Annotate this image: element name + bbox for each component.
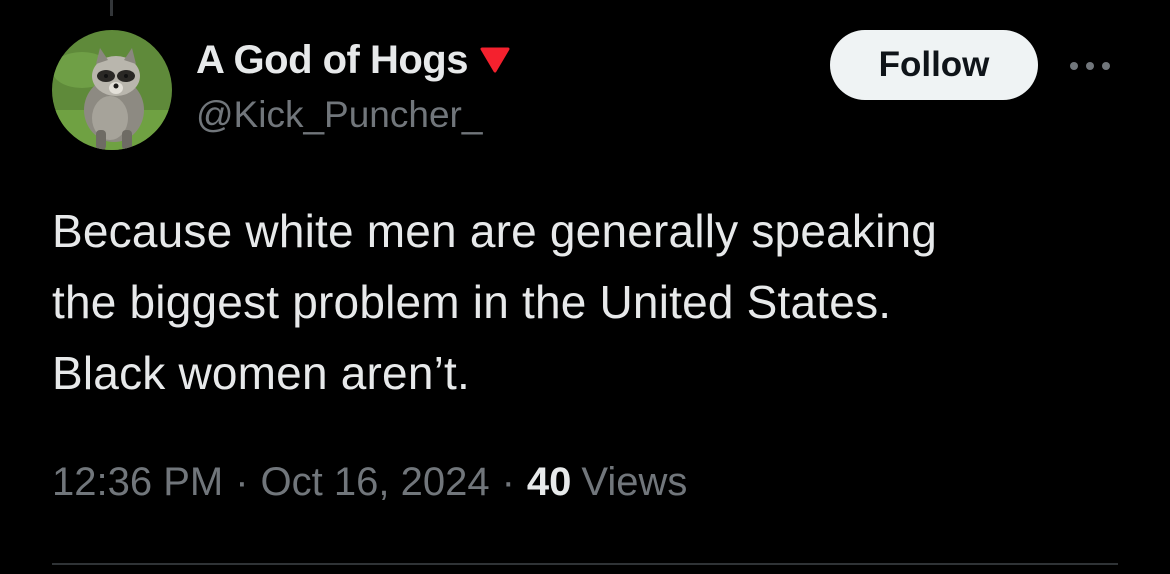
views-count[interactable]: 40 xyxy=(527,460,572,505)
divider xyxy=(52,563,1118,565)
red-down-triangle-icon xyxy=(480,47,510,73)
more-options-icon[interactable] xyxy=(1066,52,1114,80)
avatar[interactable] xyxy=(52,30,172,150)
user-handle[interactable]: @Kick_Puncher_ xyxy=(196,94,482,136)
thread-connector-line xyxy=(110,0,113,16)
raccoon-avatar-image xyxy=(52,30,172,150)
meta-separator: · xyxy=(235,460,249,504)
tweet-time[interactable]: 12:36 PM xyxy=(52,460,223,505)
tweet-metadata: 12:36 PM · Oct 16, 2024 · 40 Views xyxy=(52,460,687,505)
display-name[interactable]: A God of Hogs xyxy=(196,38,468,83)
follow-button[interactable]: Follow xyxy=(830,30,1038,100)
meta-separator: · xyxy=(501,460,515,504)
user-name-row: A God of Hogs xyxy=(196,36,510,84)
tweet-text: Because white men are generally speaking… xyxy=(52,205,938,399)
views-label[interactable]: Views xyxy=(581,460,687,505)
tweet-date[interactable]: Oct 16, 2024 xyxy=(261,460,490,505)
